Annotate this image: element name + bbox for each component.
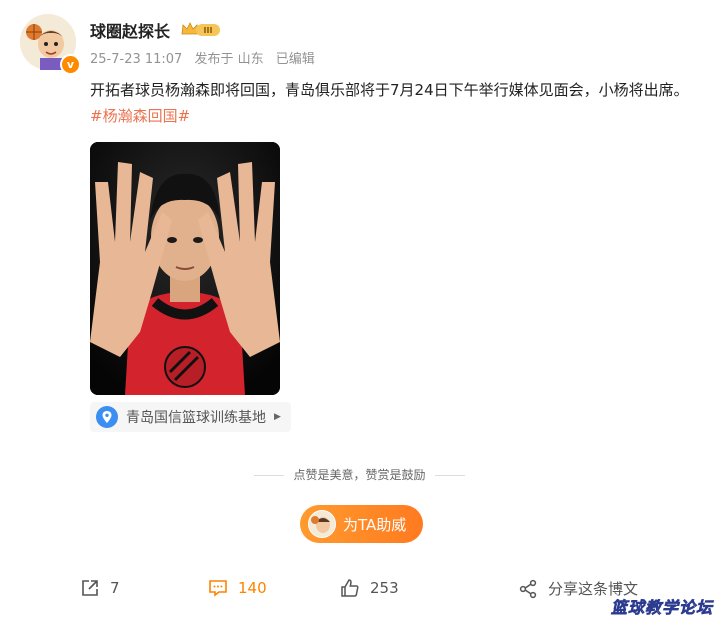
location-tag[interactable]: 青岛国信篮球训练基地 ▶ <box>90 402 291 432</box>
divider-right <box>435 475 466 476</box>
post-time[interactable]: 25-7-23 11:07 <box>90 52 182 67</box>
post-photo[interactable] <box>90 142 280 395</box>
chevron-right-icon: ▶ <box>274 412 281 422</box>
comment-button[interactable]: 140 <box>208 578 267 598</box>
reward-caption-text: 点赞是美意，赞赏是鼓励 <box>293 468 426 482</box>
divider-left <box>253 475 284 476</box>
edited-label[interactable]: 已编辑 <box>276 52 315 67</box>
level-badge-text: III <box>204 26 213 35</box>
post-body: 开拓者球员杨瀚森即将回国，青岛俱乐部将于7月24日下午举行媒体见面会，小杨将出席… <box>90 77 700 129</box>
hashtag-link[interactable]: #杨瀚森回国# <box>90 107 190 125</box>
comment-icon <box>209 580 227 597</box>
thumbs-up-icon <box>341 579 359 597</box>
post-location: 发布于 山东 <box>194 52 264 67</box>
repost-button[interactable]: 7 <box>80 578 120 598</box>
watermark: 篮球教学论坛 <box>610 598 713 618</box>
post-meta: 25-7-23 11:07 发布于 山东 已编辑 <box>90 48 323 67</box>
repost-count: 7 <box>110 579 120 597</box>
share-nodes-icon <box>519 579 537 598</box>
crown-level-badge-icon[interactable]: III <box>180 20 222 38</box>
location-pin-icon <box>96 406 118 428</box>
player-photo <box>90 142 280 395</box>
share-icon <box>82 580 98 596</box>
location-label: 青岛国信篮球训练基地 <box>126 410 266 426</box>
verified-badge-icon: v <box>60 54 81 75</box>
username[interactable]: 球圈赵探长 <box>90 18 170 42</box>
like-button[interactable]: 253 <box>340 578 399 598</box>
support-button[interactable]: 为TA助威 <box>300 505 423 543</box>
comment-count: 140 <box>238 579 267 597</box>
support-avatar-icon <box>308 510 336 538</box>
post-text: 开拓者球员杨瀚森即将回国，青岛俱乐部将于7月24日下午举行媒体见面会，小杨将出席… <box>90 81 689 99</box>
support-button-label: 为TA助威 <box>343 515 407 534</box>
like-count: 253 <box>370 579 399 597</box>
reward-caption: 点赞是美意，赞赏是鼓励 <box>0 466 719 483</box>
